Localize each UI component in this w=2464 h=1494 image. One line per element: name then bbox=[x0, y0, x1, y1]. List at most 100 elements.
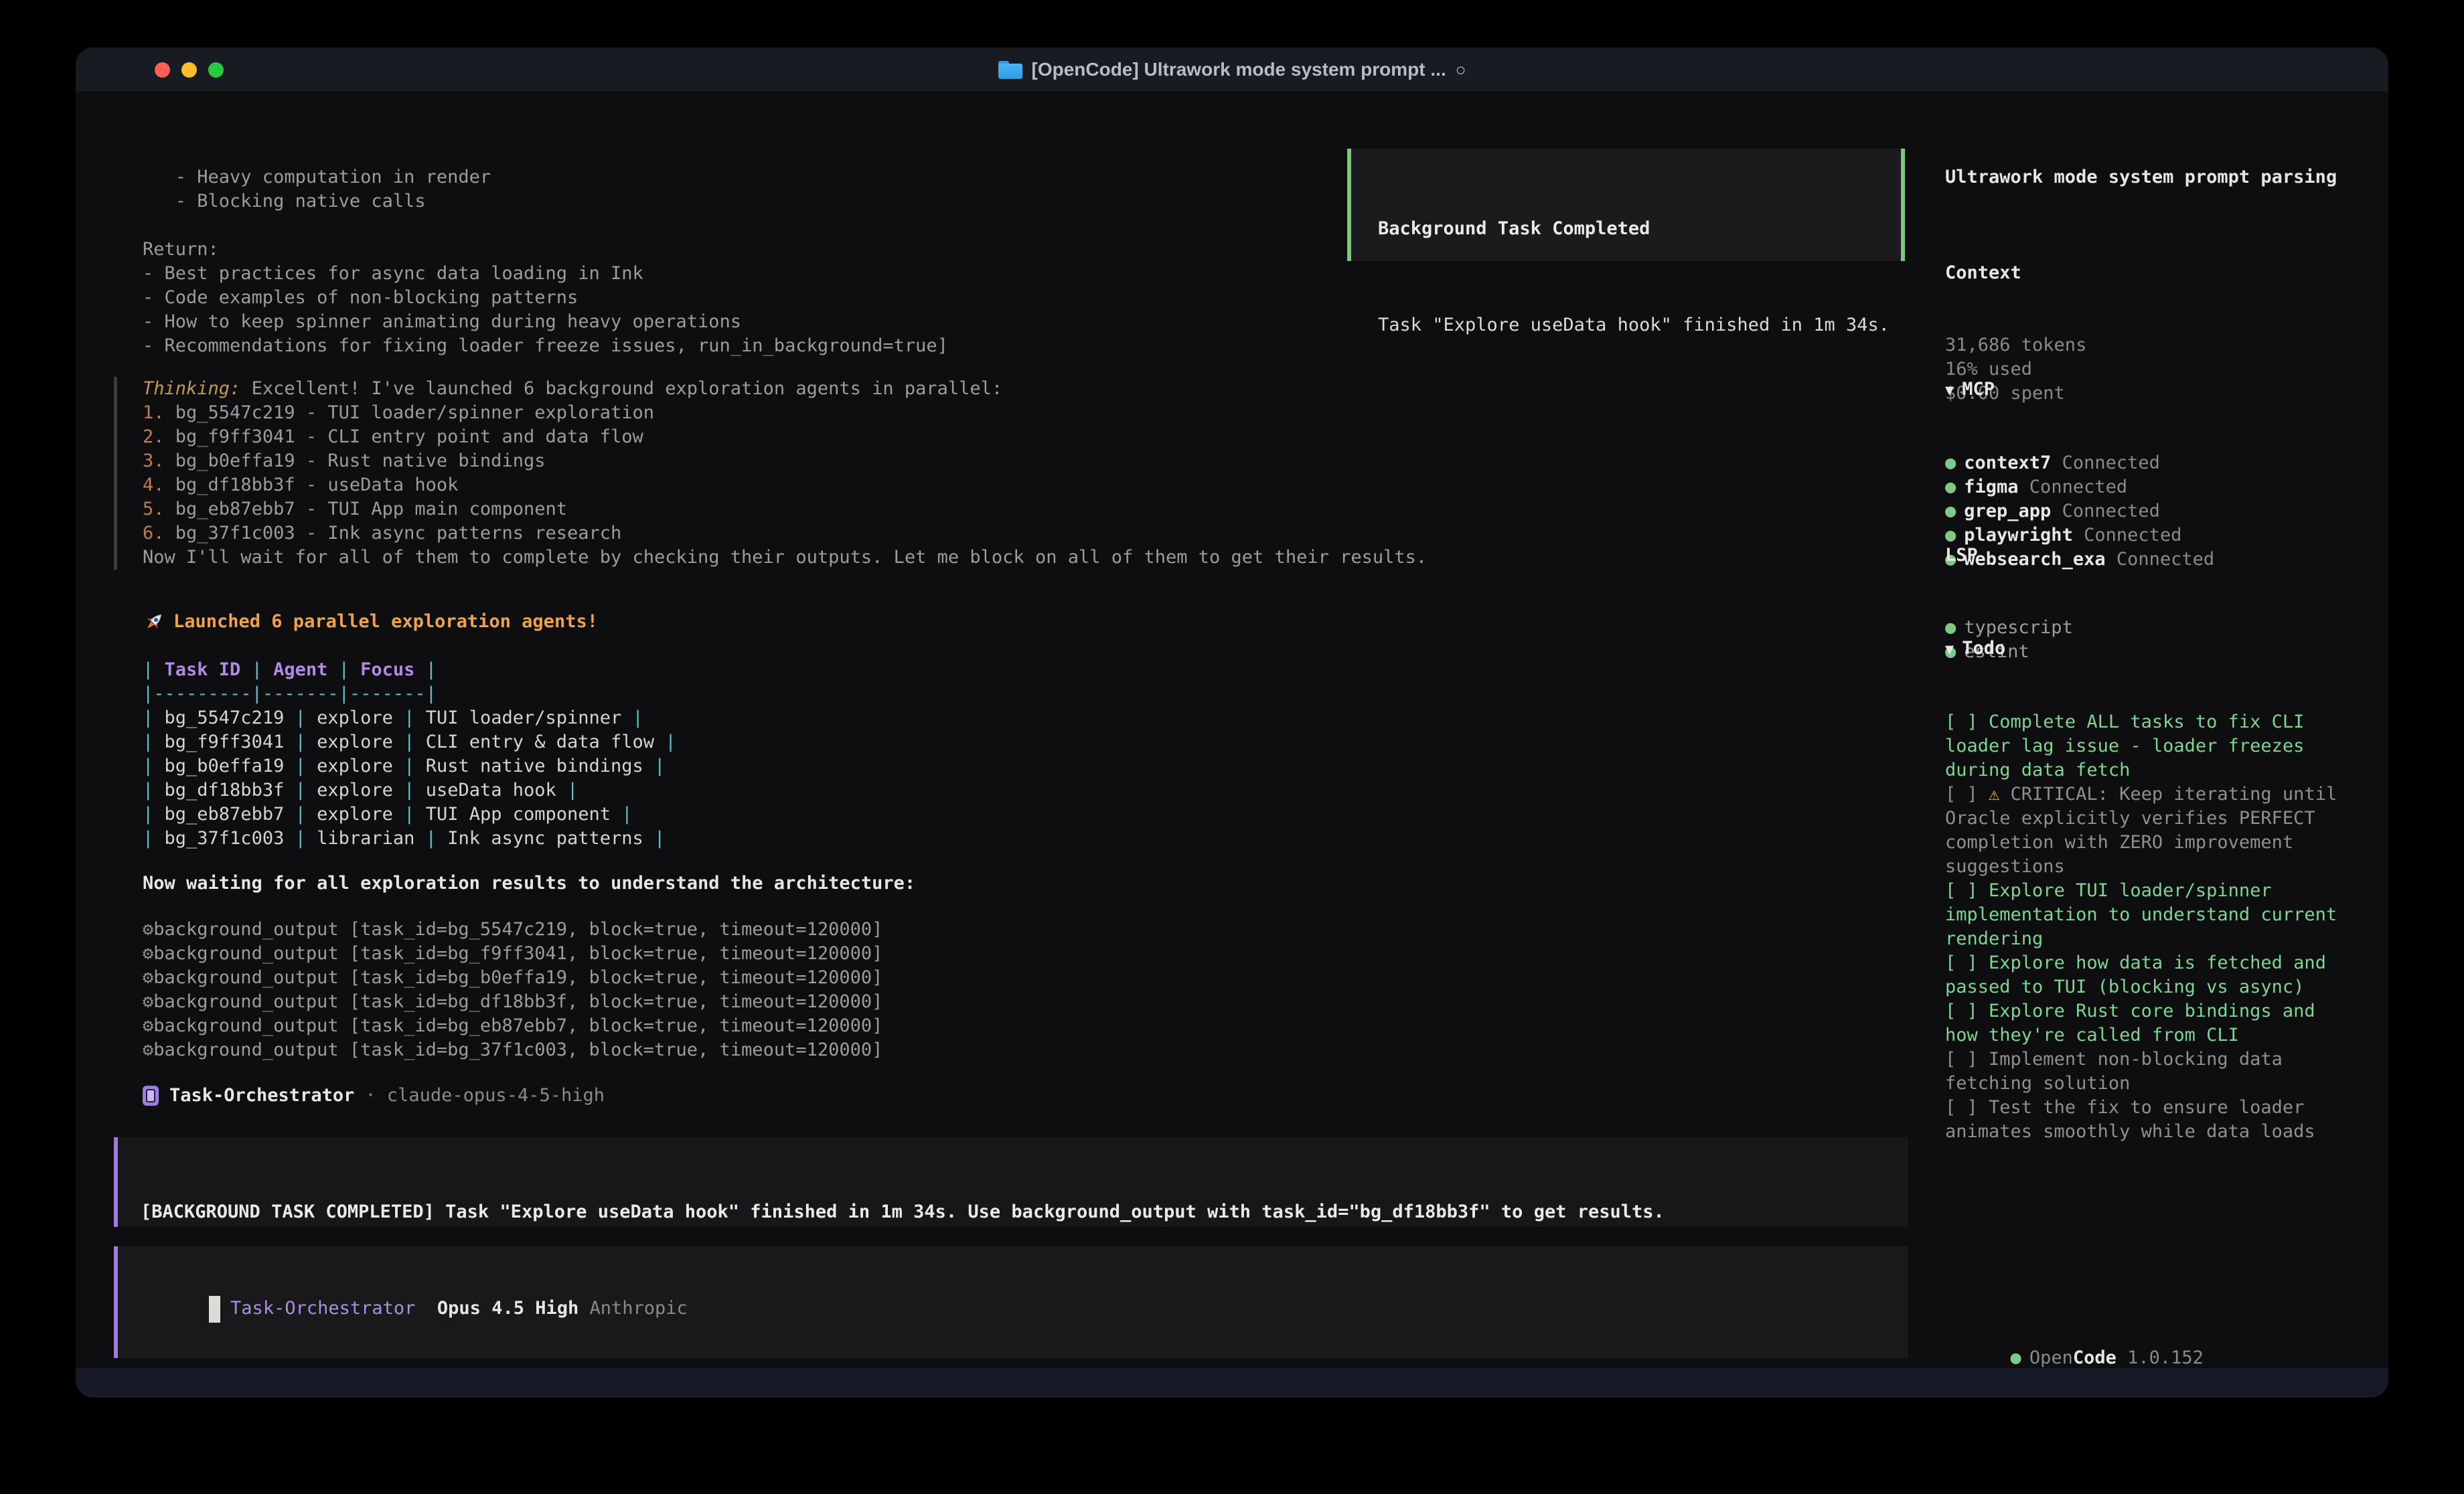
todo-text: Explore TUI loader/spinner implementatio… bbox=[1945, 880, 2347, 949]
todo-list: [ ] Complete ALL tasks to fix CLI loader… bbox=[1945, 710, 2354, 1144]
todo-item[interactable]: [ ] Complete ALL tasks to fix CLI loader… bbox=[1945, 710, 2354, 782]
completed-message-text: [BACKGROUND TASK COMPLETED] Task "Explor… bbox=[141, 1200, 1908, 1224]
table-cell: bg_37f1c003 bbox=[153, 828, 295, 849]
tool-call-text: background_output [task_id=bg_f9ff3041, … bbox=[153, 943, 882, 964]
text: Excellent! I've launched 6 background ex… bbox=[240, 378, 1002, 399]
launch-message-text: Launched 6 parallel exploration agents! bbox=[173, 610, 598, 634]
table-row: | bg_5547c219 | explore | TUI loader/spi… bbox=[143, 706, 676, 730]
sidebar: Ultrawork mode system prompt parsing Con… bbox=[1945, 92, 2354, 1398]
tool-call-list: ⚙background_output [task_id=bg_5547c219,… bbox=[143, 918, 882, 1062]
mcp-header[interactable]: ▼MCP bbox=[1945, 378, 2214, 403]
gear-icon: ⚙ bbox=[143, 1040, 153, 1060]
todo-text: Test the fix to ensure loader animates s… bbox=[1945, 1097, 2315, 1142]
table-row: | bg_b0effa19 | explore | Rust native bi… bbox=[143, 754, 676, 778]
pipe: | bbox=[404, 756, 414, 776]
agents-table: | Task ID | Agent | Focus ||---------|--… bbox=[143, 658, 676, 851]
todo-checkbox: [ ] bbox=[1945, 880, 1989, 901]
close-window-button[interactable] bbox=[155, 62, 170, 78]
gear-icon: ⚙ bbox=[143, 967, 153, 988]
todo-checkbox: [ ] bbox=[1945, 712, 1989, 732]
table-cell: explore bbox=[306, 732, 404, 752]
thinking-list-item: 6. bg_37f1c003 - Ink async patterns rese… bbox=[143, 521, 1427, 546]
gear-icon: ⚙ bbox=[143, 1015, 153, 1036]
todo-item[interactable]: [ ] Explore how data is fetched and pass… bbox=[1945, 951, 2354, 999]
text: bg_f9ff3041 - CLI entry point and data f… bbox=[175, 426, 643, 447]
gear-icon: ⚙ bbox=[143, 919, 153, 940]
pipe: | bbox=[426, 659, 437, 680]
tool-call-line: ⚙background_output [task_id=bg_df18bb3f,… bbox=[143, 990, 882, 1014]
mcp-item: ●context7 Connected bbox=[1945, 451, 2214, 475]
tool-call-line: ⚙background_output [task_id=bg_5547c219,… bbox=[143, 918, 882, 942]
titlebar[interactable]: [OpenCode] Ultrawork mode system prompt … bbox=[76, 48, 2388, 93]
pipe: | bbox=[404, 804, 414, 825]
text: ------- bbox=[350, 683, 426, 704]
pipe: | bbox=[404, 732, 414, 752]
pipe: | bbox=[665, 732, 676, 752]
minimize-window-button[interactable] bbox=[181, 62, 197, 78]
tool-call-text: background_output [task_id=bg_eb87ebb7, … bbox=[153, 1015, 882, 1036]
todo-checkbox: [ ] bbox=[1945, 1097, 1989, 1118]
todo-header[interactable]: ▼Todo bbox=[1945, 637, 2354, 662]
table-cell: Rust native bindings bbox=[414, 756, 654, 776]
text: | bbox=[339, 683, 350, 704]
thinking-outro: Now I'll wait for all of them to complet… bbox=[143, 547, 1427, 568]
tool-call-text: background_output [task_id=bg_5547c219, … bbox=[153, 919, 882, 940]
pipe: | bbox=[295, 732, 306, 752]
window-title-text: [OpenCode] Ultrawork mode system prompt … bbox=[1032, 59, 1446, 80]
todo-item[interactable]: [ ] Test the fix to ensure loader animat… bbox=[1945, 1096, 2354, 1144]
todo-checkbox: [ ] bbox=[1945, 1049, 1989, 1070]
table-cell: TUI loader/spinner bbox=[414, 708, 632, 728]
window-controls bbox=[155, 62, 224, 78]
table-cell: Ink async patterns bbox=[437, 828, 654, 849]
table-row: | bg_eb87ebb7 | explore | TUI App compon… bbox=[143, 803, 676, 827]
mcp-server-status: Connected bbox=[2106, 549, 2215, 570]
todo-item[interactable]: [ ] Explore Rust core bindings and how t… bbox=[1945, 999, 2354, 1048]
table-cell: bg_f9ff3041 bbox=[153, 732, 295, 752]
notification-body: Task "Explore useData hook" finished in … bbox=[1378, 313, 1901, 337]
pipe: | bbox=[426, 828, 437, 849]
warning-icon: ⚠ bbox=[1989, 784, 2011, 805]
todo-item[interactable]: [ ] Implement non-blocking data fetching… bbox=[1945, 1048, 2354, 1096]
zoom-window-button[interactable] bbox=[208, 62, 224, 78]
text: bg_eb87ebb7 - TUI App main component bbox=[175, 499, 567, 519]
pipe: | bbox=[339, 659, 350, 680]
background-task-notification[interactable]: Background Task Completed Task "Explore … bbox=[1347, 149, 1905, 261]
status-dot-icon: ● bbox=[1945, 477, 1956, 497]
todo-text: Explore how data is fetched and passed t… bbox=[1945, 952, 2337, 997]
todo-text: Implement non-blocking data fetching sol… bbox=[1945, 1049, 2293, 1094]
table-row: | bg_f9ff3041 | explore | CLI entry & da… bbox=[143, 730, 676, 754]
todo-item[interactable]: [ ] Explore TUI loader/spinner implement… bbox=[1945, 879, 2354, 951]
table-row: | bg_df18bb3f | explore | useData hook | bbox=[143, 778, 676, 803]
list-number: 4. bbox=[143, 475, 175, 495]
list-number: 5. bbox=[143, 499, 175, 519]
collapse-triangle-icon[interactable]: ▼ bbox=[1945, 641, 1954, 658]
todo-text: Complete ALL tasks to fix CLI loader lag… bbox=[1945, 712, 2315, 780]
waiting-line: Now waiting for all exploration results … bbox=[143, 872, 915, 896]
todo-item[interactable]: [ ] ⚠ CRITICAL: Keep iterating until Ora… bbox=[1945, 782, 2354, 879]
text: bg_5547c219 - TUI loader/spinner explora… bbox=[175, 402, 654, 423]
gear-icon: ⚙ bbox=[143, 991, 153, 1012]
window-bottom-strip bbox=[76, 1368, 2388, 1398]
notification-title: Background Task Completed bbox=[1378, 217, 1901, 241]
input-agent-name[interactable]: Task-Orchestrator bbox=[230, 1298, 415, 1319]
input-provider-name: Anthropic bbox=[590, 1298, 688, 1319]
table-cell: useData hook bbox=[414, 780, 567, 801]
text: bg_b0effa19 - Rust native bindings bbox=[175, 450, 546, 471]
pipe: | bbox=[295, 828, 306, 849]
pipe: | bbox=[654, 756, 665, 776]
pipe: | bbox=[295, 756, 306, 776]
input-model-name[interactable]: Opus 4.5 High bbox=[437, 1298, 579, 1319]
collapse-triangle-icon[interactable]: ▼ bbox=[1945, 382, 1954, 399]
table-cell: TUI App component bbox=[414, 804, 621, 825]
agent-icon bbox=[143, 1086, 159, 1106]
table-row: | bg_37f1c003 | librarian | Ink async pa… bbox=[143, 827, 676, 851]
pipe: | bbox=[143, 804, 153, 825]
prompt-input[interactable]: Task-Orchestrator Opus 4.5 High Anthropi… bbox=[114, 1246, 1908, 1358]
table-cell: bg_eb87ebb7 bbox=[153, 804, 295, 825]
thinking-list-item: 4. bg_df18bb3f - useData hook bbox=[143, 473, 1427, 497]
input-agent-line[interactable]: Task-Orchestrator Opus 4.5 High Anthropi… bbox=[143, 1272, 688, 1345]
mcp-server-status: Connected bbox=[2051, 452, 2160, 473]
todo-text: Explore Rust core bindings and how they'… bbox=[1945, 1001, 2326, 1046]
pipe: | bbox=[252, 659, 262, 680]
tool-call-line: ⚙background_output [task_id=bg_f9ff3041,… bbox=[143, 942, 882, 966]
